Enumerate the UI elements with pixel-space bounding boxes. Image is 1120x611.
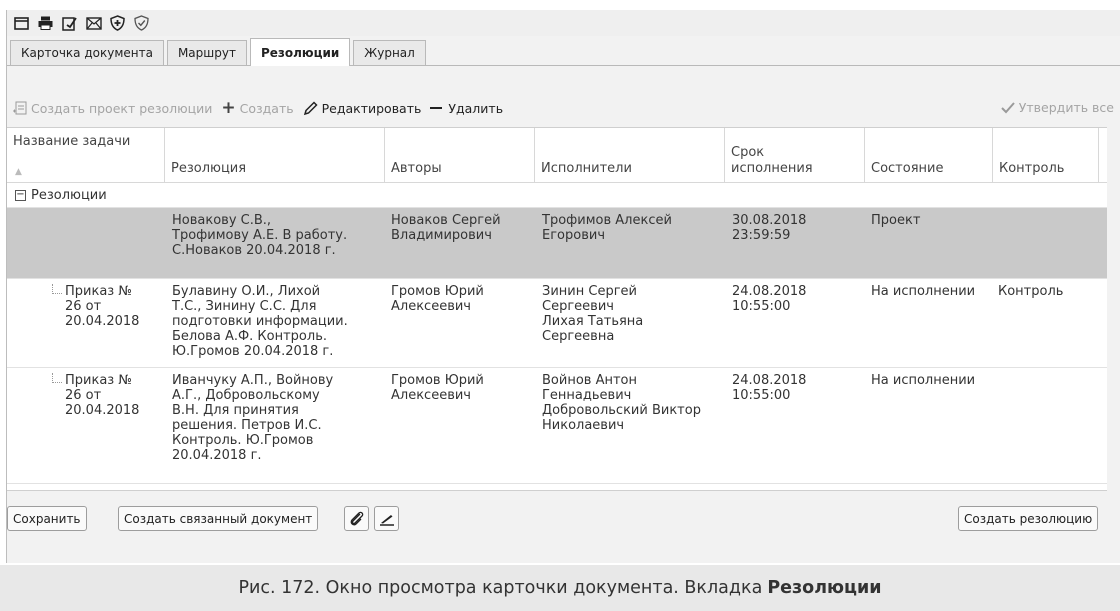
plus-icon: + bbox=[221, 98, 236, 118]
cell-state: На исполнении bbox=[871, 284, 976, 299]
table-row[interactable]: Приказ № 26 от 20.04.2018 Иванчуку А.П., Во… bbox=[7, 368, 1107, 484]
cell-executors: Войнов Антон Геннадьевич Добровольский Вик… bbox=[542, 373, 701, 433]
cell-authors: Громов Юрий Алексеевич bbox=[391, 284, 484, 314]
bottom-button-bar: Сохранить Создать связанный документ Соз… bbox=[7, 506, 1120, 540]
create-project-icon bbox=[13, 101, 27, 114]
table-row[interactable]: Приказ № 26 от 20.04.2018 Булавину О.И., Ли… bbox=[7, 279, 1107, 368]
cell-state: Проект bbox=[871, 213, 921, 228]
printer-icon[interactable] bbox=[37, 15, 54, 32]
cell-task-name: Приказ № 26 от 20.04.2018 bbox=[65, 284, 140, 329]
table-header: Название задачи ▲ Резолюция Авторы Испол… bbox=[7, 128, 1107, 183]
signature-icon bbox=[379, 514, 394, 526]
group-row-resolutions[interactable]: − Резолюции bbox=[7, 184, 1107, 208]
cell-resolution: Булавину О.И., Лихой Т.С., Зинину С.С. Дл… bbox=[172, 284, 348, 359]
create-resolution-button[interactable]: Создать резолюцию bbox=[958, 506, 1099, 531]
table-row[interactable]: Новакову С.В., Трофимову А.Е. В работу. С.… bbox=[7, 208, 1107, 279]
figure-caption: Рис. 172. Окно просмотра карточки докуме… bbox=[0, 565, 1120, 611]
column-header-authors[interactable]: Авторы bbox=[385, 128, 535, 183]
caption-bold: Резолюции bbox=[767, 578, 882, 598]
column-header-resolution[interactable]: Резолюция bbox=[165, 128, 385, 183]
delete-label: Удалить bbox=[448, 100, 504, 116]
checkmark-icon bbox=[1001, 101, 1015, 113]
cell-task-name: Приказ № 26 от 20.04.2018 bbox=[65, 373, 140, 418]
sign-button[interactable] bbox=[374, 506, 399, 531]
cell-control: Контроль bbox=[998, 284, 1064, 299]
edit-label: Редактировать bbox=[321, 100, 422, 116]
tab-3[interactable]: Журнал bbox=[353, 40, 426, 65]
shield-plus-icon[interactable] bbox=[109, 15, 126, 32]
cell-authors: Громов Юрий Алексеевич bbox=[391, 373, 484, 403]
column-header-deadline[interactable]: Срок исполнения bbox=[725, 128, 865, 183]
save-button[interactable]: Сохранить bbox=[7, 506, 87, 531]
cell-executors: Зинин Сергей Сергеевич Лихая Татьяна Сергее… bbox=[542, 284, 644, 344]
envelope-icon[interactable] bbox=[85, 15, 102, 32]
sort-ascending-icon: ▲ bbox=[15, 167, 22, 177]
caption-text: Рис. 172. Окно просмотра карточки докуме… bbox=[238, 578, 763, 598]
cell-executors: Трофимов Алексей Егорович bbox=[542, 213, 672, 243]
edit-button[interactable]: Редактировать bbox=[303, 100, 422, 116]
create-linked-document-button[interactable]: Создать связанный документ bbox=[118, 506, 319, 531]
icon-toolbar bbox=[7, 10, 1120, 36]
edit-document-icon[interactable] bbox=[61, 15, 78, 32]
cell-authors: Новаков Сергей Владимирович bbox=[391, 213, 501, 243]
column-header-state[interactable]: Состояние bbox=[865, 128, 993, 183]
create-label: Создать bbox=[239, 100, 294, 116]
tab-0[interactable]: Карточка документа bbox=[10, 40, 164, 65]
pencil-icon bbox=[303, 100, 318, 115]
cell-deadline: 24.08.2018 10:55:00 bbox=[732, 373, 807, 403]
cell-resolution: Новакову С.В., Трофимову А.Е. В работу. С.… bbox=[172, 213, 348, 258]
approve-all-label: Утвердить все bbox=[1018, 100, 1114, 115]
attach-button[interactable] bbox=[344, 506, 369, 531]
approve-all-button[interactable]: Утвердить все bbox=[1001, 100, 1114, 115]
create-button[interactable]: + Создать bbox=[221, 98, 294, 118]
resolutions-table: Название задачи ▲ Резолюция Авторы Испол… bbox=[7, 127, 1107, 491]
shield-check-icon[interactable] bbox=[133, 15, 150, 32]
paperclip-icon bbox=[350, 511, 363, 525]
cell-deadline: 24.08.2018 10:55:00 bbox=[732, 284, 807, 314]
collapse-icon[interactable]: − bbox=[15, 190, 26, 201]
tab-bar: Карточка документа Маршрут Резолюции Журнал bbox=[7, 38, 1120, 66]
column-header-executors[interactable]: Исполнители bbox=[535, 128, 725, 183]
cell-deadline: 30.08.2018 23:59:59 bbox=[732, 213, 807, 243]
tree-connector bbox=[52, 284, 62, 294]
create-project-resolution-button[interactable]: Создать проект резолюции bbox=[13, 101, 212, 116]
cell-resolution: Иванчуку А.П., Войнову А.Г., Добровольско… bbox=[172, 373, 334, 463]
create-project-label: Создать проект резолюции bbox=[31, 100, 213, 116]
tab-2[interactable]: Резолюции bbox=[249, 38, 351, 66]
column-header-task-name[interactable]: Название задачи ▲ bbox=[7, 128, 165, 183]
tab-1[interactable]: Маршрут bbox=[166, 40, 247, 65]
window-icon[interactable] bbox=[13, 15, 30, 32]
minus-icon bbox=[430, 107, 443, 109]
document-card-window: Карточка документа Маршрут Резолюции Журнал… bbox=[6, 10, 1120, 563]
group-label: Резолюции bbox=[31, 188, 107, 203]
resolution-action-bar: Создать проект резолюции + Создать Редак… bbox=[7, 94, 1120, 122]
column-header-control[interactable]: Контроль bbox=[993, 128, 1099, 183]
tree-connector bbox=[52, 373, 62, 383]
delete-button[interactable]: Удалить bbox=[430, 101, 503, 116]
cell-state: На исполнении bbox=[871, 373, 976, 388]
